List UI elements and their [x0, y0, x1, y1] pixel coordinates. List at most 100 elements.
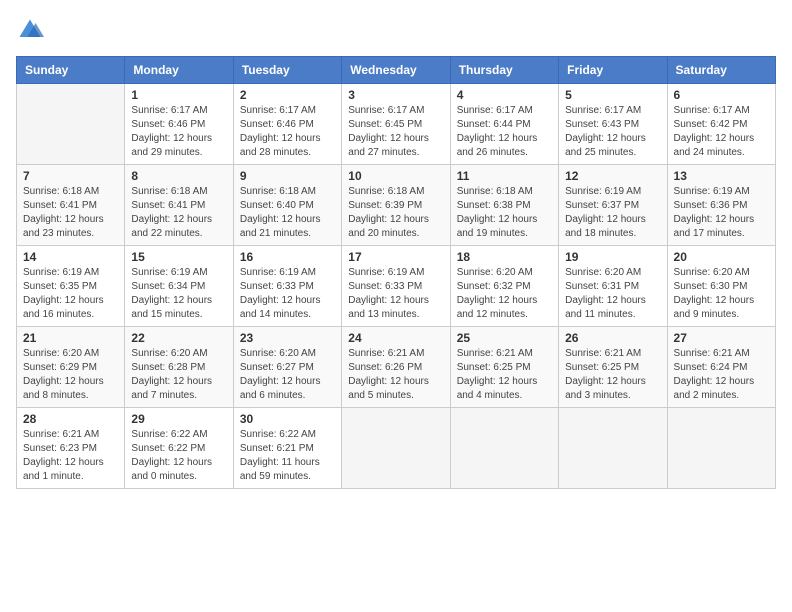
- calendar-cell: 25 Sunrise: 6:21 AM Sunset: 6:25 PM Dayli…: [450, 327, 558, 408]
- calendar-cell: 21Sunrise: 6:20 AM Sunset: 6:29 PM Dayli…: [17, 327, 125, 408]
- day-number: 4: [457, 88, 552, 102]
- day-number: 2: [240, 88, 335, 102]
- day-info: Sunrise: 6:17 AM Sunset: 6:45 PM Dayligh…: [348, 104, 443, 160]
- day-number: 21: [23, 331, 118, 345]
- day-number: 13: [674, 169, 769, 183]
- calendar-cell: 6 Sunrise: 6:17 AM Sunset: 6:42 PM Daylig…: [667, 84, 775, 165]
- calendar-cell: 7 Sunrise: 6:18 AM Sunset: 6:41 PM Daylig…: [17, 165, 125, 246]
- calendar-header-wednesday: Wednesday: [342, 57, 450, 84]
- calendar-cell: 10 Sunrise: 6:18 AM Sunset: 6:39 PM Dayli…: [342, 165, 450, 246]
- day-info: Sunrise: 6:18 AM Sunset: 6:38 PM Dayligh…: [457, 185, 552, 241]
- calendar-cell: 26 Sunrise: 6:21 AM Sunset: 6:25 PM Dayli…: [559, 327, 667, 408]
- day-info: Sunrise: 6:19 AM Sunset: 6:36 PM Dayligh…: [674, 185, 769, 241]
- calendar-cell: 23 Sunrise: 6:20 AM Sunset: 6:27 PM Dayli…: [233, 327, 341, 408]
- day-number: 1: [131, 88, 226, 102]
- day-info: Sunrise: 6:22 AM Sunset: 6:21 PM Dayligh…: [240, 428, 335, 484]
- day-number: 14: [23, 250, 118, 264]
- calendar-cell: 9 Sunrise: 6:18 AM Sunset: 6:40 PM Daylig…: [233, 165, 341, 246]
- calendar-header-sunday: Sunday: [17, 57, 125, 84]
- calendar-cell: 14 Sunrise: 6:19 AM Sunset: 6:35 PM Dayli…: [17, 246, 125, 327]
- calendar-cell: 15 Sunrise: 6:19 AM Sunset: 6:34 PM Dayli…: [125, 246, 233, 327]
- calendar-cell: 17 Sunrise: 6:19 AM Sunset: 6:33 PM Dayli…: [342, 246, 450, 327]
- calendar-cell: 4Sunrise: 6:17 AM Sunset: 6:44 PM Daylig…: [450, 84, 558, 165]
- day-info: Sunrise: 6:17 AM Sunset: 6:46 PM Dayligh…: [240, 104, 335, 160]
- day-info: Sunrise: 6:21 AM Sunset: 6:23 PM Dayligh…: [23, 428, 118, 484]
- day-info: Sunrise: 6:19 AM Sunset: 6:33 PM Dayligh…: [240, 266, 335, 322]
- day-info: Sunrise: 6:18 AM Sunset: 6:41 PM Dayligh…: [23, 185, 118, 241]
- calendar-cell: 18 Sunrise: 6:20 AM Sunset: 6:32 PM Dayli…: [450, 246, 558, 327]
- calendar-week-3: 14 Sunrise: 6:19 AM Sunset: 6:35 PM Dayli…: [17, 246, 776, 327]
- day-number: 27: [674, 331, 769, 345]
- day-number: 12: [565, 169, 660, 183]
- calendar-cell: 30 Sunrise: 6:22 AM Sunset: 6:21 PM Dayli…: [233, 408, 341, 489]
- calendar-cell: 27 Sunrise: 6:21 AM Sunset: 6:24 PM Dayli…: [667, 327, 775, 408]
- day-number: 3: [348, 88, 443, 102]
- day-number: 18: [457, 250, 552, 264]
- day-info: Sunrise: 6:22 AM Sunset: 6:22 PM Dayligh…: [131, 428, 226, 484]
- calendar-week-4: 21Sunrise: 6:20 AM Sunset: 6:29 PM Dayli…: [17, 327, 776, 408]
- calendar-cell: 11 Sunrise: 6:18 AM Sunset: 6:38 PM Dayli…: [450, 165, 558, 246]
- day-number: 5: [565, 88, 660, 102]
- day-info: Sunrise: 6:19 AM Sunset: 6:34 PM Dayligh…: [131, 266, 226, 322]
- day-number: 6: [674, 88, 769, 102]
- day-info: Sunrise: 6:21 AM Sunset: 6:25 PM Dayligh…: [457, 347, 552, 403]
- day-number: 8: [131, 169, 226, 183]
- day-info: Sunrise: 6:17 AM Sunset: 6:42 PM Dayligh…: [674, 104, 769, 160]
- calendar-cell: 20Sunrise: 6:20 AM Sunset: 6:30 PM Dayli…: [667, 246, 775, 327]
- calendar-week-5: 28 Sunrise: 6:21 AM Sunset: 6:23 PM Dayli…: [17, 408, 776, 489]
- day-number: 22: [131, 331, 226, 345]
- day-number: 25: [457, 331, 552, 345]
- day-number: 11: [457, 169, 552, 183]
- calendar-body: 1 Sunrise: 6:17 AM Sunset: 6:46 PM Daylig…: [17, 84, 776, 489]
- calendar-week-1: 1 Sunrise: 6:17 AM Sunset: 6:46 PM Daylig…: [17, 84, 776, 165]
- day-number: 16: [240, 250, 335, 264]
- day-info: Sunrise: 6:19 AM Sunset: 6:37 PM Dayligh…: [565, 185, 660, 241]
- calendar-cell: 8 Sunrise: 6:18 AM Sunset: 6:41 PM Daylig…: [125, 165, 233, 246]
- day-info: Sunrise: 6:21 AM Sunset: 6:26 PM Dayligh…: [348, 347, 443, 403]
- day-number: 7: [23, 169, 118, 183]
- day-number: 9: [240, 169, 335, 183]
- day-info: Sunrise: 6:20 AM Sunset: 6:27 PM Dayligh…: [240, 347, 335, 403]
- calendar-cell: [342, 408, 450, 489]
- logo-icon: [16, 16, 44, 44]
- calendar-cell: 24 Sunrise: 6:21 AM Sunset: 6:26 PM Dayli…: [342, 327, 450, 408]
- calendar-header-saturday: Saturday: [667, 57, 775, 84]
- day-info: Sunrise: 6:20 AM Sunset: 6:30 PM Dayligh…: [674, 266, 769, 322]
- calendar-cell: 16 Sunrise: 6:19 AM Sunset: 6:33 PM Dayli…: [233, 246, 341, 327]
- day-number: 24: [348, 331, 443, 345]
- day-info: Sunrise: 6:21 AM Sunset: 6:25 PM Dayligh…: [565, 347, 660, 403]
- calendar-week-2: 7 Sunrise: 6:18 AM Sunset: 6:41 PM Daylig…: [17, 165, 776, 246]
- day-number: 19: [565, 250, 660, 264]
- calendar-cell: 2 Sunrise: 6:17 AM Sunset: 6:46 PM Daylig…: [233, 84, 341, 165]
- day-number: 17: [348, 250, 443, 264]
- day-info: Sunrise: 6:19 AM Sunset: 6:33 PM Dayligh…: [348, 266, 443, 322]
- logo: [16, 16, 48, 44]
- day-info: Sunrise: 6:20 AM Sunset: 6:31 PM Dayligh…: [565, 266, 660, 322]
- day-number: 26: [565, 331, 660, 345]
- calendar-cell: 13 Sunrise: 6:19 AM Sunset: 6:36 PM Dayli…: [667, 165, 775, 246]
- day-number: 23: [240, 331, 335, 345]
- day-number: 30: [240, 412, 335, 426]
- calendar-header-monday: Monday: [125, 57, 233, 84]
- calendar-header-friday: Friday: [559, 57, 667, 84]
- day-info: Sunrise: 6:18 AM Sunset: 6:41 PM Dayligh…: [131, 185, 226, 241]
- day-number: 15: [131, 250, 226, 264]
- day-number: 10: [348, 169, 443, 183]
- day-info: Sunrise: 6:19 AM Sunset: 6:35 PM Dayligh…: [23, 266, 118, 322]
- day-number: 28: [23, 412, 118, 426]
- day-info: Sunrise: 6:18 AM Sunset: 6:39 PM Dayligh…: [348, 185, 443, 241]
- day-info: Sunrise: 6:21 AM Sunset: 6:24 PM Dayligh…: [674, 347, 769, 403]
- calendar-header-thursday: Thursday: [450, 57, 558, 84]
- calendar-cell: 22Sunrise: 6:20 AM Sunset: 6:28 PM Dayli…: [125, 327, 233, 408]
- calendar-header-tuesday: Tuesday: [233, 57, 341, 84]
- day-info: Sunrise: 6:18 AM Sunset: 6:40 PM Dayligh…: [240, 185, 335, 241]
- calendar-cell: [450, 408, 558, 489]
- calendar-cell: 5 Sunrise: 6:17 AM Sunset: 6:43 PM Daylig…: [559, 84, 667, 165]
- day-number: 29: [131, 412, 226, 426]
- page-header: [16, 16, 776, 44]
- calendar-cell: 28 Sunrise: 6:21 AM Sunset: 6:23 PM Dayli…: [17, 408, 125, 489]
- calendar-cell: 12 Sunrise: 6:19 AM Sunset: 6:37 PM Dayli…: [559, 165, 667, 246]
- day-info: Sunrise: 6:17 AM Sunset: 6:43 PM Dayligh…: [565, 104, 660, 160]
- calendar-table: SundayMondayTuesdayWednesdayThursdayFrid…: [16, 56, 776, 489]
- day-info: Sunrise: 6:20 AM Sunset: 6:32 PM Dayligh…: [457, 266, 552, 322]
